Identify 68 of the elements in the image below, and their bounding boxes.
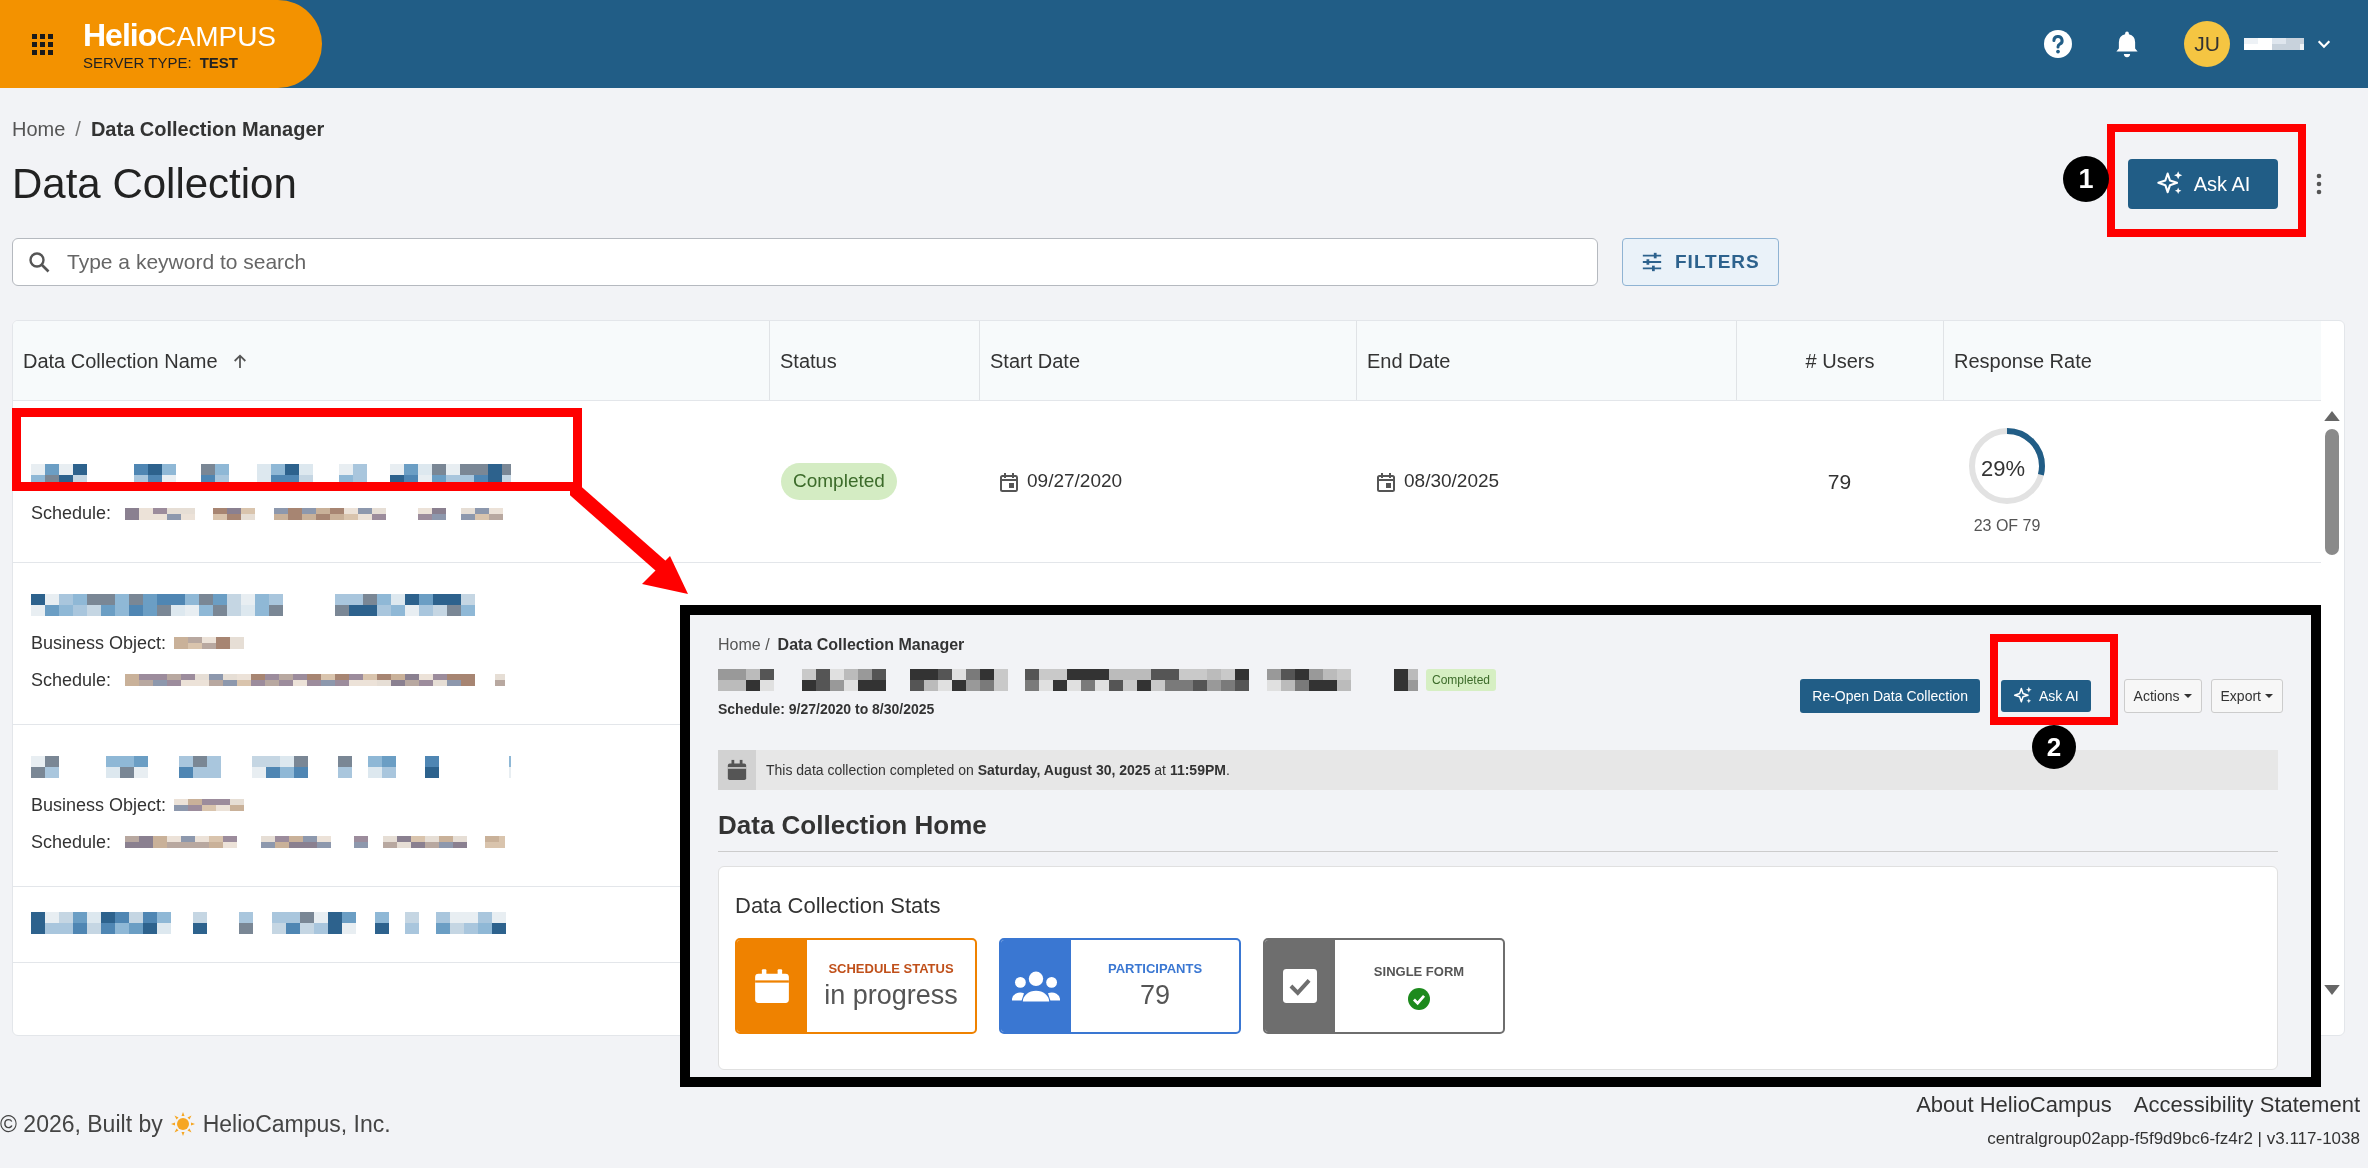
callout-number: 1 xyxy=(2063,156,2109,202)
sliders-icon xyxy=(1641,251,1663,273)
business-object-label: Business Object: xyxy=(31,793,167,817)
response-percent: 29% xyxy=(1981,454,2026,483)
sun-icon xyxy=(170,1111,195,1136)
copyright-text: © 2026, Built by xyxy=(0,1109,163,1139)
dropdown-button[interactable]: Actions xyxy=(2123,679,2202,713)
page-title: Data Collection xyxy=(12,163,297,205)
blurred-text xyxy=(174,799,245,811)
scroll-down-icon[interactable] xyxy=(2324,985,2340,995)
column-header[interactable]: Status xyxy=(780,342,837,379)
date-text: 08/30/2025 xyxy=(1404,469,1500,494)
search-field[interactable]: Type a keyword to search xyxy=(12,238,1598,286)
schedule-label: Schedule: xyxy=(31,668,112,692)
schedule-text: Schedule: 9/27/2020 to 8/30/2025 xyxy=(718,700,936,719)
column-header[interactable]: End Date xyxy=(1367,342,1451,379)
filters-button[interactable]: FILTERS xyxy=(1622,238,1779,286)
blurred-text xyxy=(2244,38,2304,50)
column-header[interactable]: Data Collection Name xyxy=(23,342,248,379)
date-text: 09/27/2020 xyxy=(1027,469,1123,494)
search-icon xyxy=(28,251,50,273)
stat-label: SINGLE FORM xyxy=(1373,963,1465,982)
footer-link[interactable]: Accessibility Statement xyxy=(2133,1092,2360,1118)
ask-ai-button[interactable]: Ask AI xyxy=(2000,680,2091,712)
status-badge: Completed xyxy=(1426,669,1497,691)
notice-text: This data collection completed on Saturday, August 30, 2025 at 11:59PM. xyxy=(766,760,1230,780)
breadcrumb-link[interactable]: Home xyxy=(12,114,66,144)
column-header[interactable]: # Users xyxy=(1805,342,1875,379)
caret-icon xyxy=(2265,694,2273,698)
status-badge: Completed xyxy=(781,463,897,500)
footer-link[interactable]: About HelioCampus xyxy=(1916,1092,2112,1118)
stat-value: 79 xyxy=(1139,978,1170,1012)
apps-menu-icon[interactable] xyxy=(32,33,53,55)
schedule-label: Schedule: xyxy=(31,502,112,525)
ask-ai-button[interactable]: Ask AI xyxy=(2128,159,2278,209)
schedule-label: Schedule: xyxy=(31,830,112,854)
more-options-icon[interactable] xyxy=(2316,173,2322,195)
response-count: 23 OF 79 xyxy=(1972,515,2042,536)
stat-label: PARTICIPANTS xyxy=(1107,960,1203,979)
calendar-icon xyxy=(999,471,1019,492)
server-type-label: SERVER TYPE: xyxy=(83,54,192,70)
calendar-icon xyxy=(754,968,790,1004)
dropdown-button[interactable]: Export xyxy=(2210,679,2283,713)
breadcrumb-separator: / xyxy=(75,117,81,142)
stats-title: Data Collection Stats xyxy=(735,892,942,920)
section-heading: Data Collection Home xyxy=(718,809,988,842)
calendar-icon xyxy=(1376,471,1396,492)
column-header[interactable]: Start Date xyxy=(990,342,1081,379)
column-header[interactable]: Response Rate xyxy=(1954,342,2092,379)
people-icon xyxy=(1012,969,1060,1003)
reopen-button[interactable]: Re-Open Data Collection xyxy=(1800,679,1980,713)
help-icon[interactable] xyxy=(2044,30,2072,58)
stat-label: SCHEDULE STATUS xyxy=(828,960,954,979)
scroll-up-icon[interactable] xyxy=(2324,411,2340,421)
checkbox-icon xyxy=(1283,969,1317,1003)
sparkle-icon xyxy=(2012,686,2033,706)
version-text: centralgroup02app-f5f9d9bc6-fz4r2 | v3.117-1038 xyxy=(1987,1128,2360,1150)
breadcrumb-link[interactable]: Home / xyxy=(718,633,770,657)
user-count: 79 xyxy=(1827,468,1852,495)
server-type: TEST xyxy=(199,54,238,70)
caret-icon xyxy=(2183,694,2192,698)
scrollbar-thumb[interactable] xyxy=(2325,429,2339,555)
stat-value: in progress xyxy=(824,978,958,1012)
blurred-text xyxy=(174,637,245,649)
calendar-icon xyxy=(726,759,748,781)
user-avatar[interactable]: JU xyxy=(2184,21,2230,67)
business-object-label: Business Object: xyxy=(31,631,167,655)
company-name: HelioCampus, Inc. xyxy=(202,1109,391,1139)
